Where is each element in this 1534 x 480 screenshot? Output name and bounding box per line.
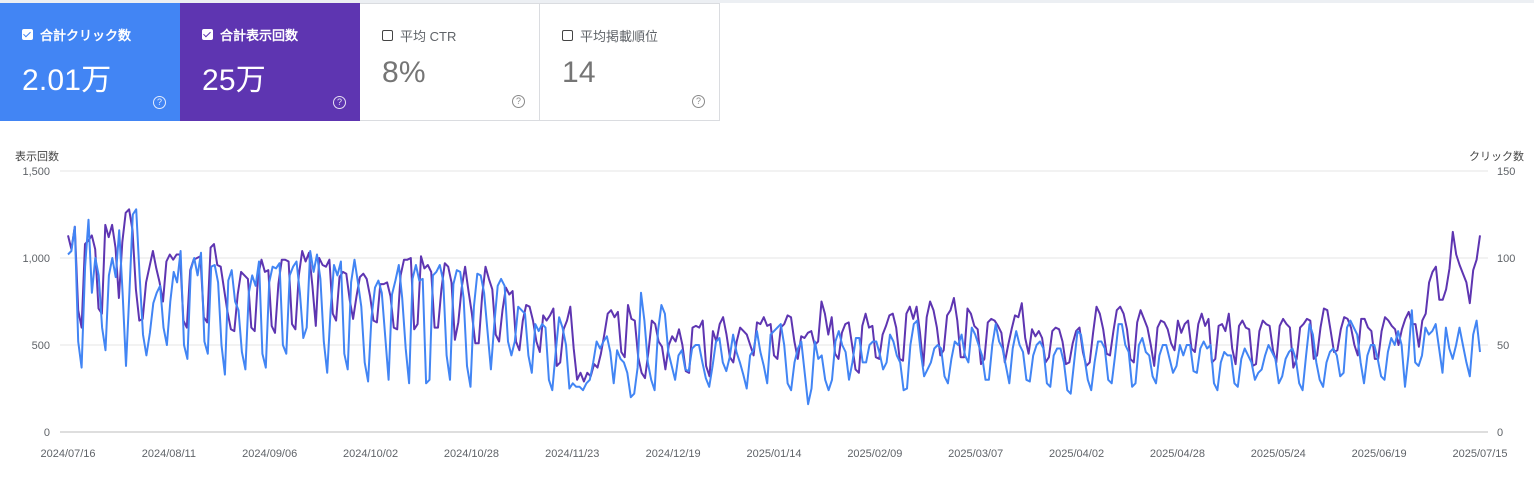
x-axis-tick: 2024/09/06 — [242, 448, 297, 460]
metric-card-impressions[interactable]: 合計表示回数 25万 ? — [180, 3, 360, 121]
x-axis-tick: 2024/10/02 — [343, 448, 398, 460]
x-axis-tick: 2025/05/24 — [1251, 448, 1306, 460]
performance-line-chart: 1,500 1501,000 100500 500 02024/07/16 2024/08… — [22, 166, 1515, 460]
x-axis-tick: 2025/06/19 — [1352, 448, 1407, 460]
left-axis-tick: 1,000 — [22, 253, 50, 265]
checkbox-unchecked-icon[interactable] — [562, 29, 573, 41]
x-axis-tick: 2025/04/02 — [1049, 448, 1104, 460]
impressions-series-line — [67, 208, 1481, 383]
right-axis-tick: 100 — [1497, 253, 1515, 265]
checkbox-unchecked-icon[interactable] — [382, 29, 393, 41]
x-axis-tick: 2025/04/28 — [1150, 448, 1205, 460]
metric-label: 平均 CTR — [400, 28, 457, 44]
left-axis-tick: 1,500 — [22, 166, 50, 178]
checkbox-checked-icon[interactable] — [202, 28, 213, 40]
metric-value: 2.01万 — [22, 64, 112, 97]
x-axis-tick: 2025/03/07 — [948, 448, 1003, 460]
x-axis-tick: 2024/11/23 — [545, 448, 599, 460]
x-axis-tick: 2024/08/11 — [142, 448, 196, 460]
right-axis-tick: 50 — [1497, 340, 1509, 352]
question-circle-icon[interactable]: ? — [153, 96, 166, 109]
x-axis-tick: 2024/10/28 — [444, 448, 499, 460]
metric-label: 平均掲載順位 — [580, 28, 659, 44]
checkbox-checked-icon[interactable] — [22, 28, 33, 40]
metric-card-clicks[interactable]: 合計クリック数 2.01万 ? — [0, 3, 180, 121]
metric-card-header: 合計クリック数 — [22, 25, 180, 43]
x-axis-tick: 2025/07/15 — [1452, 448, 1507, 460]
metric-value: 25万 — [202, 64, 266, 97]
clicks-series-line — [67, 208, 1481, 406]
x-axis-tick: 2024/12/19 — [646, 448, 701, 460]
metric-card-ctr[interactable]: 平均 CTR 8% ? — [360, 3, 540, 121]
x-axis-tick: 2025/02/09 — [847, 448, 902, 460]
metric-label: 合計クリック数 — [40, 27, 132, 43]
question-circle-icon[interactable]: ? — [692, 95, 705, 108]
metric-card-header: 合計表示回数 — [202, 25, 360, 43]
left-axis-tick: 0 — [44, 427, 50, 439]
metric-value: 14 — [562, 56, 596, 89]
left-axis-tick: 500 — [32, 340, 50, 352]
x-axis-tick: 2025/01/14 — [746, 448, 801, 460]
metric-card-header: 平均掲載順位 — [562, 26, 719, 44]
metric-card-header: 平均 CTR — [382, 26, 539, 44]
metric-card-position[interactable]: 平均掲載順位 14 ? — [540, 3, 720, 121]
metric-cards: 合計クリック数 2.01万 ? 合計表示回数 25万 ? 平均 CTR 8% ?… — [0, 3, 720, 121]
question-circle-icon[interactable]: ? — [512, 95, 525, 108]
metric-value: 8% — [382, 56, 426, 89]
right-axis-tick: 150 — [1497, 166, 1515, 178]
x-axis-tick: 2024/07/16 — [40, 448, 95, 460]
right-axis-tick: 0 — [1497, 427, 1503, 439]
metric-label: 合計表示回数 — [220, 27, 299, 43]
question-circle-icon[interactable]: ? — [333, 96, 346, 109]
